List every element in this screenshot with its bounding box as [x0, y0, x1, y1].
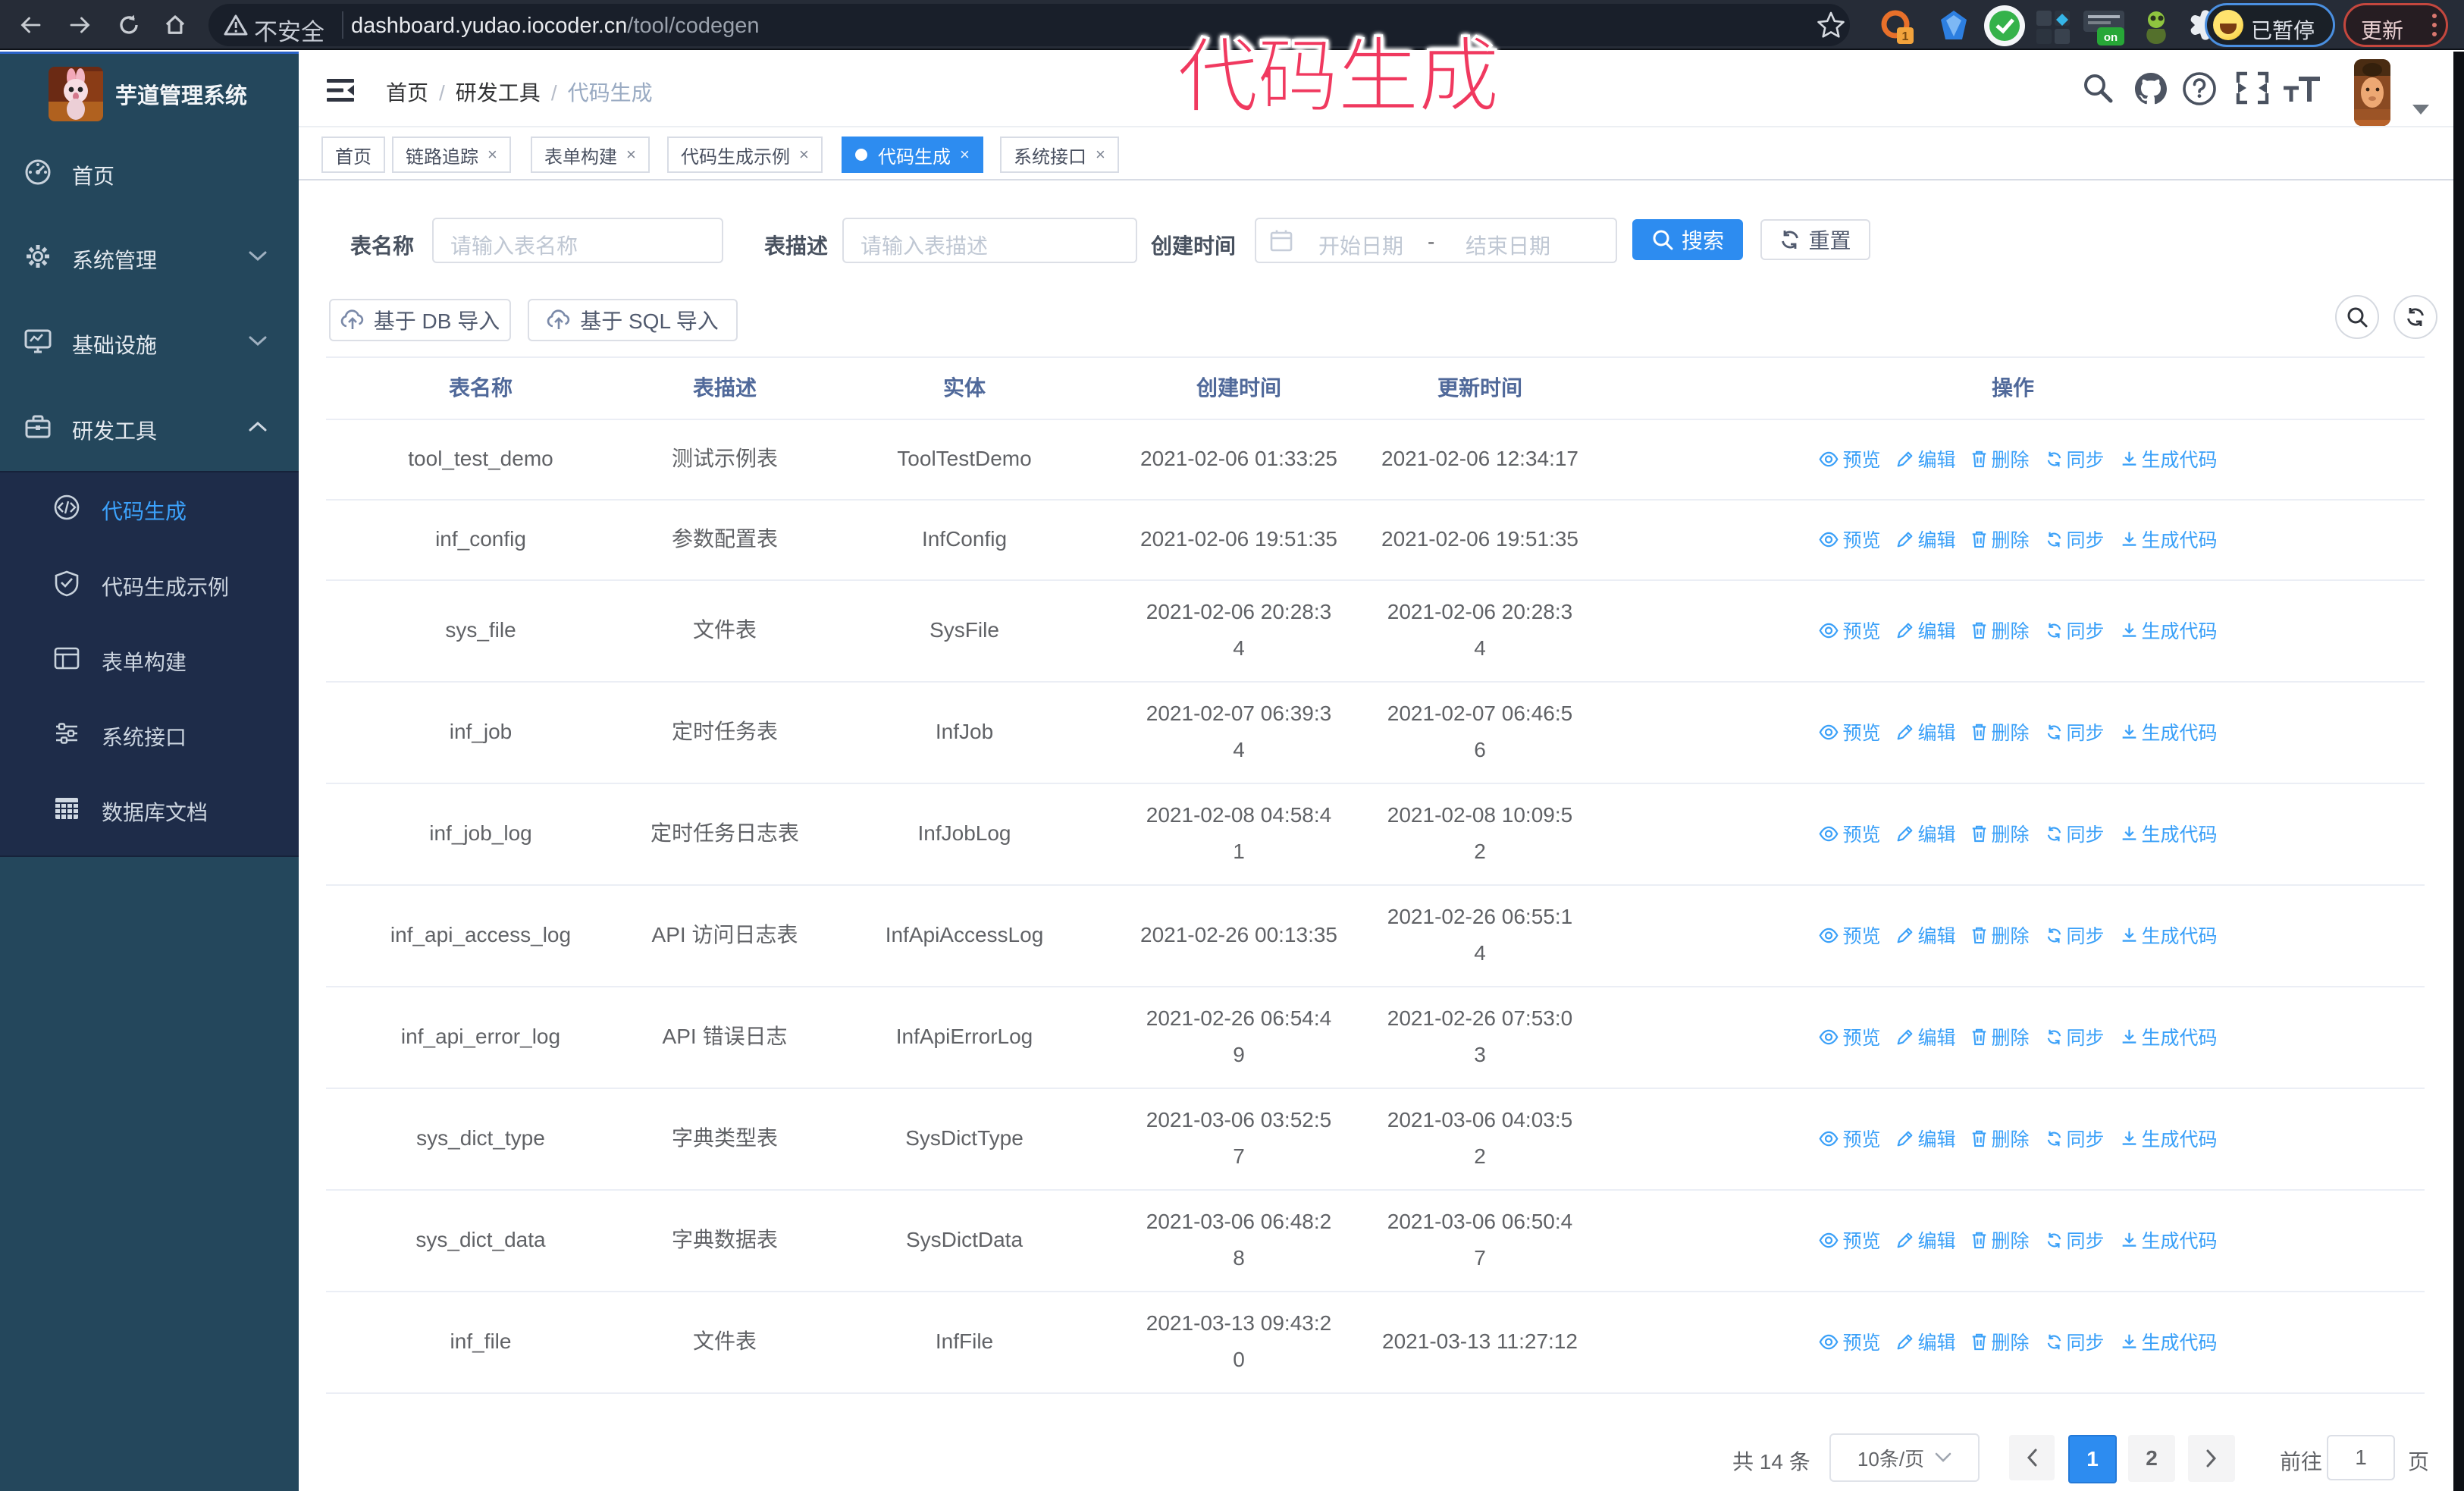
svg-text:1: 1 [1902, 30, 1909, 43]
svg-text:on: on [2104, 31, 2118, 44]
